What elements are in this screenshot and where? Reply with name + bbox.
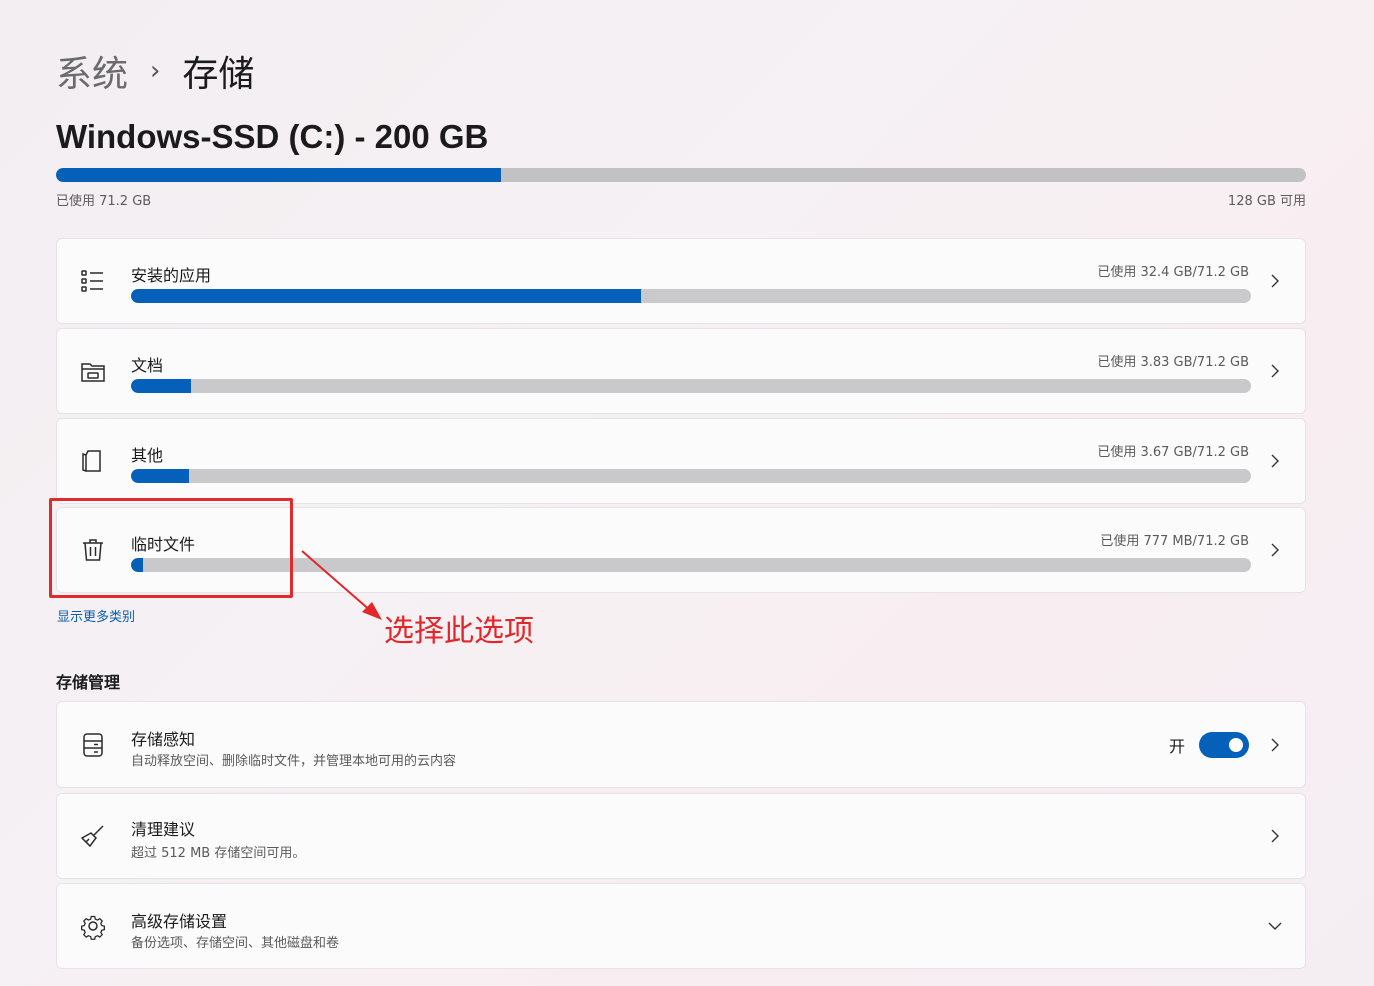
category-installed-apps[interactable]: 安装的应用 已使用 32.4 GB/71.2 GB bbox=[56, 238, 1306, 324]
breadcrumb: 系统 › 存储 bbox=[56, 46, 254, 96]
category-usage-bar bbox=[131, 469, 1251, 483]
advanced-settings-desc: 备份选项、存储空间、其他磁盘和卷 bbox=[131, 936, 340, 951]
cleanup-label: 清理建议 bbox=[131, 820, 196, 839]
broom-icon bbox=[79, 822, 107, 850]
app-list-icon bbox=[79, 267, 107, 295]
storage-sense-icon bbox=[79, 731, 107, 759]
gear-icon bbox=[79, 912, 107, 940]
category-label: 文档 bbox=[131, 356, 164, 375]
cleanup-recommendations-row[interactable]: 清理建议 超过 512 MB 存储空间可用。 bbox=[56, 793, 1306, 879]
chevron-right-icon bbox=[1267, 273, 1283, 289]
chevron-right-icon bbox=[1267, 737, 1283, 753]
show-more-categories-link[interactable]: 显示更多类别 bbox=[57, 606, 135, 625]
chevron-right-icon bbox=[1267, 363, 1283, 379]
category-usage-bar bbox=[131, 289, 1251, 303]
toggle-knob bbox=[1229, 737, 1243, 752]
section-title-storage-management: 存储管理 bbox=[56, 673, 121, 692]
category-usage-fill bbox=[131, 469, 190, 483]
drive-free-label: 128 GB 可用 bbox=[1227, 194, 1306, 209]
chevron-right-icon bbox=[1267, 453, 1283, 469]
chevron-right-icon bbox=[1267, 828, 1283, 844]
category-usage-bar bbox=[131, 379, 1251, 393]
page-title: 存储 bbox=[182, 54, 255, 95]
folder-icon bbox=[79, 357, 107, 385]
category-usage: 已使用 3.67 GB/71.2 GB bbox=[1097, 445, 1249, 460]
annotation-text: 选择此选项 bbox=[384, 614, 534, 649]
chevron-down-icon bbox=[1267, 918, 1283, 934]
category-usage: 已使用 32.4 GB/71.2 GB bbox=[1097, 265, 1249, 280]
category-usage-fill bbox=[131, 289, 641, 303]
drive-usage-fill bbox=[56, 168, 501, 182]
other-file-icon bbox=[79, 447, 107, 475]
category-other[interactable]: 其他 已使用 3.67 GB/71.2 GB bbox=[56, 418, 1306, 504]
drive-usage-bar bbox=[56, 168, 1306, 182]
advanced-settings-label: 高级存储设置 bbox=[131, 912, 228, 931]
breadcrumb-separator: › bbox=[150, 56, 161, 86]
category-usage: 已使用 777 MB/71.2 GB bbox=[1100, 534, 1249, 549]
category-usage-bar bbox=[131, 558, 1251, 572]
storage-sense-row[interactable]: 存储感知 自动释放空间、删除临时文件，并管理本地可用的云内容 开 bbox=[56, 701, 1306, 788]
category-usage-fill bbox=[131, 379, 192, 393]
category-label: 其他 bbox=[131, 446, 164, 465]
storage-sense-toggle[interactable] bbox=[1199, 731, 1249, 758]
storage-sense-desc: 自动释放空间、删除临时文件，并管理本地可用的云内容 bbox=[131, 754, 457, 769]
advanced-storage-settings-row[interactable]: 高级存储设置 备份选项、存储空间、其他磁盘和卷 bbox=[56, 883, 1306, 969]
toggle-state-label: 开 bbox=[1168, 736, 1185, 756]
cleanup-desc: 超过 512 MB 存储空间可用。 bbox=[131, 846, 306, 861]
chevron-right-icon bbox=[1267, 542, 1283, 558]
highlight-box bbox=[49, 498, 293, 598]
category-documents[interactable]: 文档 已使用 3.83 GB/71.2 GB bbox=[56, 328, 1306, 414]
storage-sense-label: 存储感知 bbox=[131, 730, 196, 749]
breadcrumb-system[interactable]: 系统 bbox=[56, 45, 128, 97]
drive-used-label: 已使用 71.2 GB bbox=[56, 194, 152, 209]
category-usage: 已使用 3.83 GB/71.2 GB bbox=[1097, 355, 1249, 370]
category-label: 安装的应用 bbox=[131, 266, 212, 285]
drive-title: Windows-SSD (C:) - 200 GB bbox=[56, 118, 489, 155]
